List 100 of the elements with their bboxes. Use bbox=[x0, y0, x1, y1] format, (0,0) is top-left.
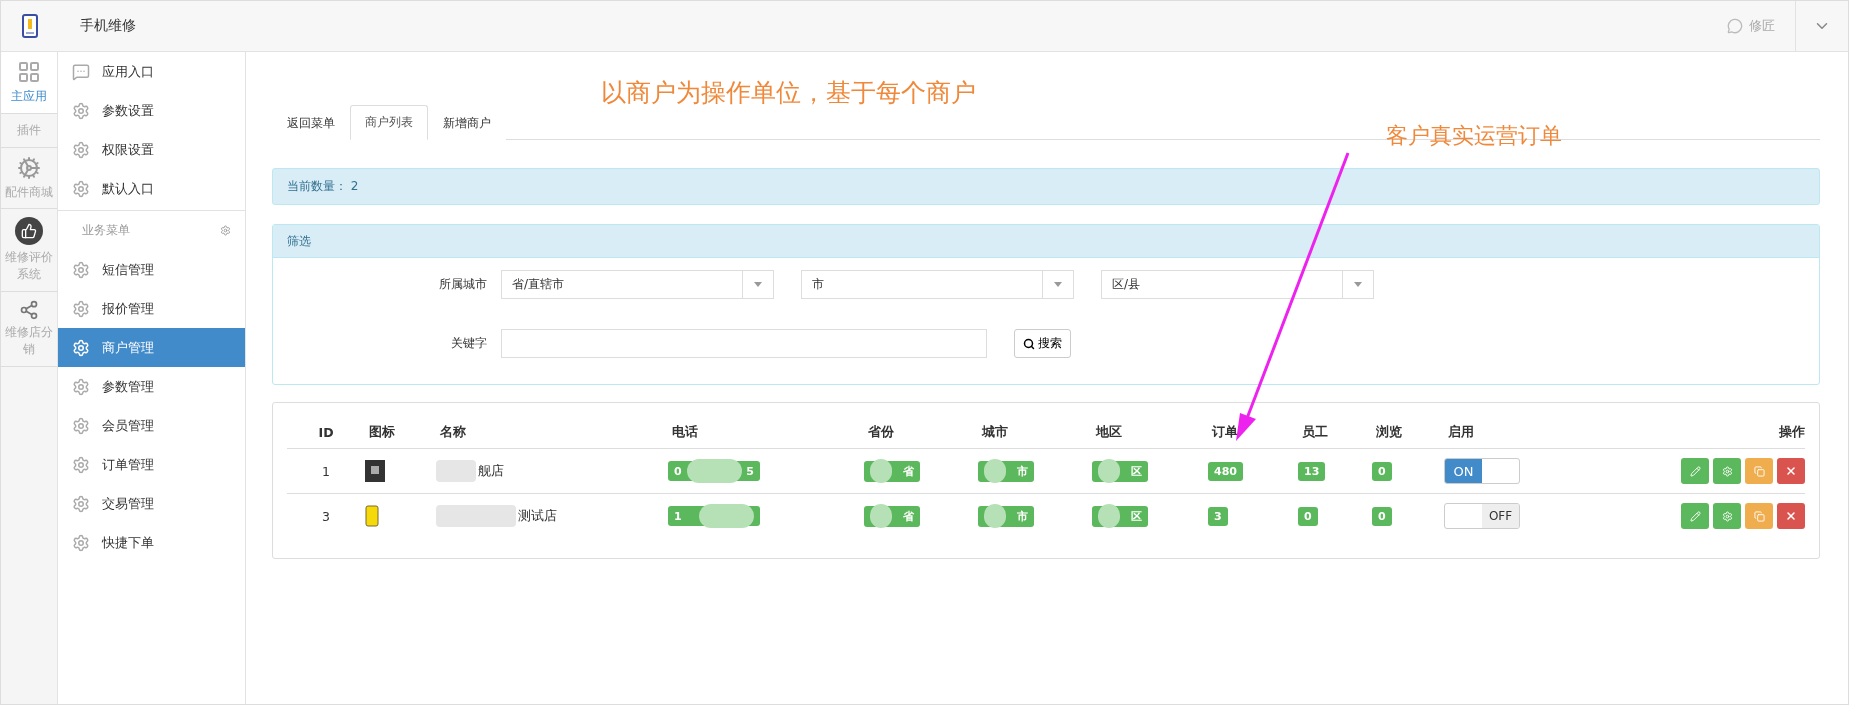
edit-button[interactable] bbox=[1681, 458, 1709, 484]
gear-icon bbox=[17, 155, 41, 180]
column-header: 电话 bbox=[671, 424, 699, 441]
gear-icon bbox=[72, 377, 90, 396]
gear-icon[interactable] bbox=[220, 225, 231, 236]
rail-label: 维修评价系统 bbox=[4, 249, 54, 283]
menu-item[interactable]: 商户管理 bbox=[58, 328, 245, 367]
app-title: 手机维修 bbox=[80, 17, 136, 35]
staff-count-badge: 13 bbox=[1298, 461, 1326, 481]
delete-button[interactable] bbox=[1777, 503, 1805, 529]
caret-icon bbox=[1054, 282, 1062, 287]
network-icon bbox=[19, 300, 39, 320]
gear-icon bbox=[72, 338, 90, 357]
gear-icon bbox=[72, 455, 90, 474]
toggle-switch[interactable]: ON bbox=[1444, 458, 1520, 484]
column-header: 启用 bbox=[1447, 424, 1475, 441]
menu-item[interactable]: 会员管理 bbox=[58, 406, 245, 445]
settings-button[interactable] bbox=[1713, 458, 1741, 484]
column-header: 浏览 bbox=[1375, 424, 1403, 441]
gear-icon bbox=[72, 494, 90, 513]
table-cell: 测试店 bbox=[518, 507, 557, 525]
menu-item[interactable]: 交易管理 bbox=[58, 484, 245, 523]
keyword-input[interactable] bbox=[501, 329, 987, 358]
menu-item[interactable]: 参数设置 bbox=[58, 91, 245, 130]
menu-item[interactable]: 快捷下单 bbox=[58, 523, 245, 562]
select-field[interactable]: 区/县 bbox=[1101, 270, 1374, 299]
search-button[interactable]: 搜索 bbox=[1014, 329, 1071, 358]
select-field[interactable]: 省/直辖市 bbox=[501, 270, 774, 299]
staff-count-badge: 0 bbox=[1298, 506, 1318, 526]
column-header: ID bbox=[317, 425, 335, 440]
copy-icon bbox=[1753, 465, 1765, 477]
gear-icon bbox=[72, 179, 90, 198]
select-field[interactable]: 市 bbox=[801, 270, 1074, 299]
gear-icon bbox=[72, 416, 90, 435]
gear-icon bbox=[72, 101, 90, 120]
panel-title: 筛选 bbox=[273, 225, 1819, 258]
rail-item[interactable]: 主应用 bbox=[1, 52, 57, 114]
menu-item[interactable]: 短信管理 bbox=[58, 250, 245, 289]
column-header: 操作 bbox=[1778, 424, 1805, 441]
chat-icon bbox=[72, 62, 90, 81]
order-count-badge: 480 bbox=[1208, 461, 1243, 481]
tab[interactable]: 商户列表 bbox=[350, 105, 428, 140]
table-cell: 舰店 bbox=[478, 462, 504, 480]
redacted-badge: 区 bbox=[1092, 505, 1148, 527]
gear-icon bbox=[72, 140, 90, 159]
menu-item[interactable]: 应用入口 bbox=[58, 52, 245, 91]
order-count-badge: 3 bbox=[1208, 506, 1228, 526]
section-label: 业务菜单 bbox=[82, 222, 130, 239]
gear-icon bbox=[72, 299, 90, 318]
annotation-text: 客户真实运营订单 bbox=[1386, 122, 1562, 150]
column-header: 地区 bbox=[1094, 424, 1123, 441]
field-label: 所属城市 bbox=[438, 276, 488, 293]
shop-logo-icon bbox=[365, 460, 385, 482]
gear-icon bbox=[1721, 510, 1733, 522]
edit-button[interactable] bbox=[1681, 503, 1709, 529]
column-header: 名称 bbox=[439, 424, 467, 441]
search-icon bbox=[1023, 337, 1035, 350]
column-header: 城市 bbox=[980, 424, 1009, 441]
copy-button[interactable] bbox=[1745, 503, 1773, 529]
phone-repair-logo-icon bbox=[21, 14, 38, 38]
column-header: 图标 bbox=[368, 424, 396, 441]
redacted-badge: 区 bbox=[1092, 460, 1148, 482]
annotation-text: 以商户为操作单位，基于每个商户 bbox=[601, 77, 976, 109]
view-count-badge: 0 bbox=[1372, 506, 1392, 526]
copy-button[interactable] bbox=[1745, 458, 1773, 484]
caret-icon bbox=[754, 282, 762, 287]
close-icon bbox=[1785, 510, 1797, 522]
rail-label: 维修店分销 bbox=[4, 324, 54, 358]
menu-item[interactable]: 订单管理 bbox=[58, 445, 245, 484]
column-header: 订单 bbox=[1211, 424, 1239, 441]
pencil-icon bbox=[1689, 510, 1701, 522]
redacted-badge: 市 bbox=[978, 505, 1034, 527]
delete-button[interactable] bbox=[1777, 458, 1805, 484]
redacted-badge: 省 bbox=[864, 505, 920, 527]
view-count-badge: 0 bbox=[1372, 461, 1392, 481]
table-cell-text: 1 bbox=[321, 463, 331, 479]
table-cell-text: 3 bbox=[321, 508, 331, 524]
field-label: 关键字 bbox=[450, 335, 488, 352]
count-alert: 当前数量： 2 bbox=[272, 168, 1820, 205]
column-header: 员工 bbox=[1301, 424, 1329, 441]
gear-icon bbox=[72, 260, 90, 279]
caret-icon bbox=[1354, 282, 1362, 287]
menu-item[interactable]: 报价管理 bbox=[58, 289, 245, 328]
chat-icon bbox=[1727, 18, 1743, 34]
menu-item[interactable]: 权限设置 bbox=[58, 130, 245, 169]
redacted-badge: 1 bbox=[668, 506, 760, 526]
blurred-patch bbox=[436, 460, 476, 482]
grid-icon bbox=[17, 60, 41, 84]
gear-icon bbox=[1721, 465, 1733, 477]
pencil-icon bbox=[1689, 465, 1701, 477]
toggle-switch[interactable]: OFF bbox=[1444, 503, 1520, 529]
redacted-badge: 0 5 bbox=[668, 461, 760, 481]
thumbs-up-icon bbox=[15, 217, 43, 246]
gear-icon bbox=[72, 533, 90, 552]
settings-button[interactable] bbox=[1713, 503, 1741, 529]
menu-item[interactable]: 默认入口 bbox=[58, 169, 245, 208]
rail-label: 主应用 bbox=[10, 88, 48, 105]
phone-icon bbox=[365, 505, 379, 527]
column-header: 省份 bbox=[867, 424, 895, 441]
menu-item[interactable]: 参数管理 bbox=[58, 367, 245, 406]
